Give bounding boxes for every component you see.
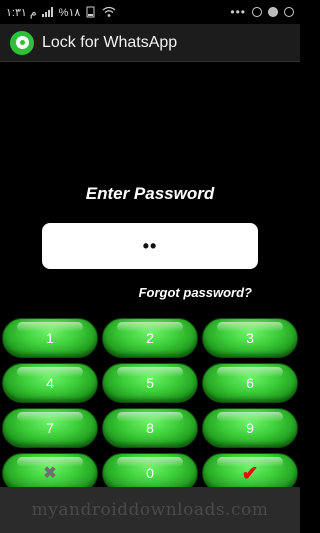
key-label: 8 — [146, 420, 154, 436]
key-8[interactable]: 8 — [102, 408, 198, 448]
status-left: م ١:٣١ %١٨ — [6, 6, 116, 19]
key-6[interactable]: 6 — [202, 363, 298, 403]
key-2[interactable]: 2 — [102, 318, 198, 358]
key-label: 6 — [246, 375, 254, 391]
chrome-icon — [252, 7, 262, 17]
enter-password-label: Enter Password — [85, 184, 215, 203]
more-notifications-icon: ••• — [230, 5, 246, 19]
status-time: م ١:٣١ — [6, 6, 37, 19]
watermark: myandroiddownloads.com — [31, 500, 269, 520]
password-field[interactable]: •• — [42, 223, 258, 269]
key-label: 1 — [46, 330, 54, 346]
key-9[interactable]: 9 — [202, 408, 298, 448]
key-label: 3 — [246, 330, 254, 346]
key-3[interactable]: 3 — [202, 318, 298, 358]
status-bar: م ١:٣١ %١٨ ••• — [0, 0, 300, 24]
key-label: 4 — [46, 375, 54, 391]
key-7[interactable]: 7 — [2, 408, 98, 448]
key-label: 9 — [246, 420, 254, 436]
battery-percent: %١٨ — [58, 6, 81, 19]
settings-notification-icon — [268, 7, 278, 17]
status-right: ••• — [230, 5, 294, 19]
key-1[interactable]: 1 — [2, 318, 98, 358]
battery-icon — [86, 6, 95, 18]
checkmark-icon: ✔ — [241, 462, 259, 485]
key-label: 7 — [46, 420, 54, 436]
bottom-bar: myandroiddownloads.com — [0, 487, 300, 533]
forgot-password-link[interactable]: Forgot password? — [139, 285, 252, 300]
key-5[interactable]: 5 — [102, 363, 198, 403]
clear-icon: ✖ — [43, 465, 57, 482]
app-logo-icon — [10, 30, 34, 55]
key-label: 2 — [146, 330, 154, 346]
app-notification-icon — [284, 7, 294, 17]
key-label: 5 — [146, 375, 154, 391]
key-4[interactable]: 4 — [2, 363, 98, 403]
key-label: 0 — [146, 465, 154, 481]
app-title: Lock for WhatsApp — [42, 33, 178, 51]
signal-icon — [41, 7, 53, 17]
app-bar: Lock for WhatsApp — [0, 24, 300, 62]
wifi-icon — [102, 6, 116, 17]
keypad: 1 2 3 4 5 6 7 8 9 ✖ 0 ✔ — [2, 318, 298, 493]
